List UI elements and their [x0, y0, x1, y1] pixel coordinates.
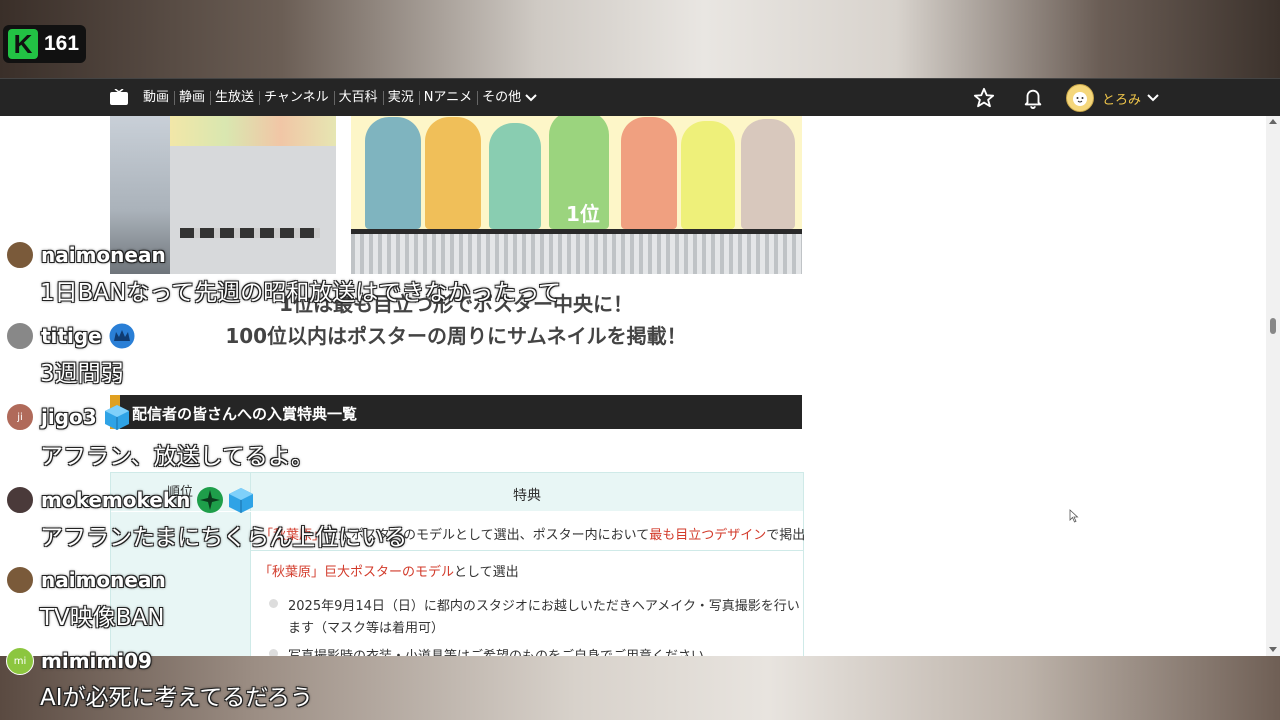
caption-line-2: 100位以内はポスターの周りにサムネイルを掲載！	[225, 324, 687, 348]
scroll-up-icon[interactable]	[1269, 119, 1277, 124]
platform-logo-icon: K	[8, 29, 38, 59]
row2-highlight: 「秋葉原」巨大ポスターのモデル	[259, 565, 455, 580]
nav-item-other[interactable]: その他	[482, 91, 542, 105]
nav-item-image[interactable]: 静画	[179, 91, 212, 105]
site-nav-bar: 動画 静画 生放送 チャンネル 大百科 実況 Nアニメ その他 とろみ	[0, 78, 1280, 117]
scroll-thumb[interactable]	[1270, 318, 1276, 334]
rank-column	[111, 512, 251, 656]
chevron-down-icon	[1147, 94, 1159, 102]
user-avatar	[1066, 84, 1094, 112]
bullet-1-line-2: ます（マスク等は着用可）	[288, 621, 445, 636]
page-content: 1位 1位は最も目立つ形でポスター中央に！ 100位以内はポスターの周りにサムネ…	[0, 116, 1266, 656]
row2-text: として選出	[454, 565, 519, 580]
username: とろみ	[1102, 92, 1142, 108]
table-row: 「秋葉原」巨大ポスターのモデルとして選出 2025年9月14日（日）に都内のスタ…	[251, 551, 803, 656]
nav-menu: 動画 静画 生放送 チャンネル 大百科 実況 Nアニメ その他	[143, 79, 546, 117]
bullet-icon	[269, 599, 278, 608]
header-benefit-label: 特典	[513, 488, 541, 504]
caption-line-1: 1位は最も目立つ形でポスター中央に！	[279, 292, 633, 316]
tv-logo-icon[interactable]	[110, 89, 128, 105]
section-title: 配信者の皆さんへの入賞特典一覧	[132, 405, 358, 423]
table-header-rank: 順位	[111, 473, 251, 511]
bullet-2: 写真撮影時の衣装・小道具等はご希望のものをご自身でご用意ください	[288, 645, 704, 656]
viewer-count: 161	[44, 32, 80, 55]
section-header: 配信者の皆さんへの入賞特典一覧	[110, 395, 802, 429]
row1-text-2: で掲出	[766, 528, 806, 543]
mouse-cursor-icon	[1069, 509, 1079, 523]
row1-highlight-2: 最も目立つデザイン	[649, 528, 767, 543]
face-icon	[1073, 92, 1087, 106]
scroll-down-icon[interactable]	[1269, 647, 1277, 652]
nav-item-video[interactable]: 動画	[143, 91, 176, 105]
header-rank-label: 順位	[167, 485, 194, 500]
user-menu[interactable]: とろみ	[1066, 84, 1159, 112]
star-icon[interactable]	[973, 87, 995, 109]
stream-camera-top	[0, 0, 1280, 78]
table-row: 「秋葉原」巨大ポスターのモデルとして選出、ポスター内において最も目立つデザインで…	[251, 512, 806, 551]
viewer-count-badge: K 161	[3, 25, 86, 63]
table-header-benefit: 特典	[251, 473, 803, 511]
section-accent	[110, 395, 120, 429]
bell-icon[interactable]	[1022, 87, 1044, 109]
nav-item-jikkyo[interactable]: 実況	[388, 91, 420, 105]
nav-item-nanime[interactable]: Nアニメ	[424, 91, 479, 105]
rank-label: 1位	[566, 202, 600, 226]
nav-item-dictionary[interactable]: 大百科	[339, 91, 384, 105]
poster-mockup-image: 1位	[351, 116, 802, 274]
nav-item-other-label: その他	[482, 90, 522, 105]
nav-item-live[interactable]: 生放送	[215, 91, 261, 105]
stream-camera-bottom	[0, 656, 1280, 720]
row1-text-1: 巨大ポスターのモデルとして選出、ポスター内において	[325, 528, 650, 543]
akihabara-building-photo	[110, 116, 336, 274]
row1-highlight-1: 「秋葉原」	[260, 528, 326, 543]
nav-item-channel[interactable]: チャンネル	[264, 91, 335, 105]
bullet-icon	[269, 649, 278, 656]
bullet-1-line-1: 2025年9月14日（日）に都内のスタジオにお越しいただきヘアメイク・写真撮影を…	[288, 599, 800, 614]
chevron-down-icon	[525, 94, 537, 102]
benefits-table: 順位 特典 「秋葉原」巨大ポスターのモデルとして選出、ポスター内において最も目立…	[110, 472, 806, 656]
page-scrollbar[interactable]	[1266, 116, 1280, 656]
